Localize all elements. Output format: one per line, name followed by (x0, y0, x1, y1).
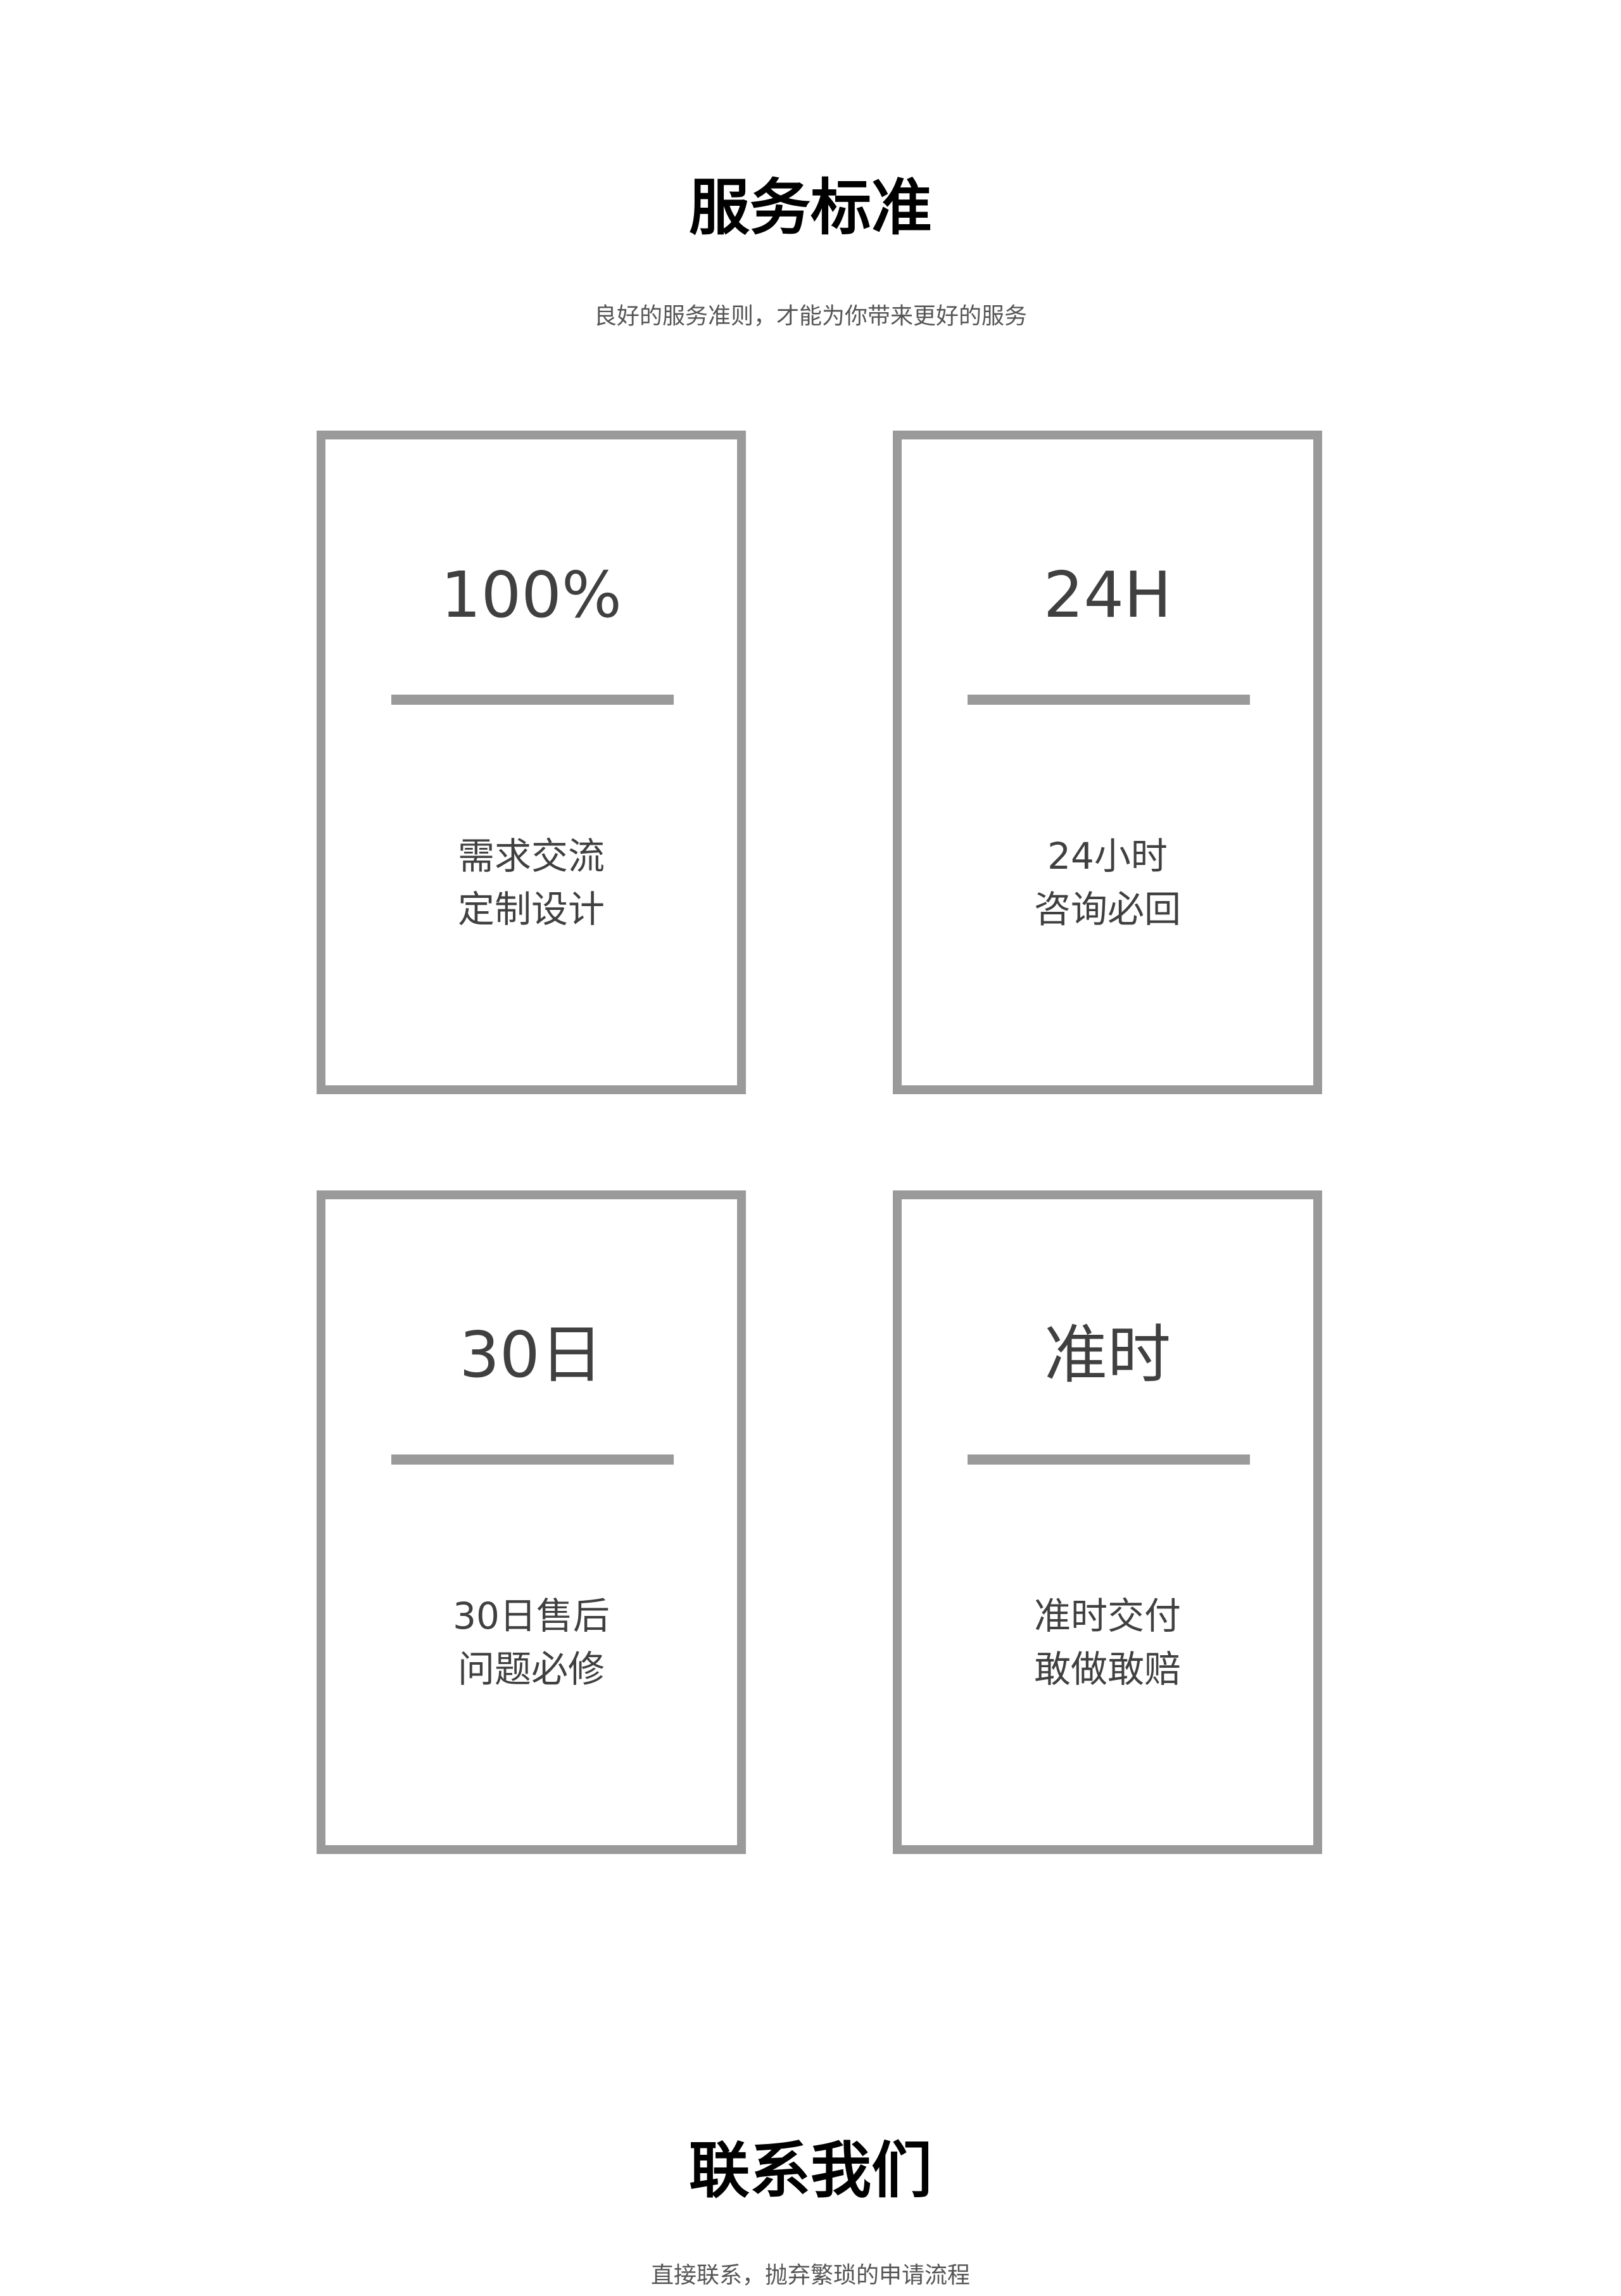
card-divider (391, 1454, 674, 1465)
card-description: 准时交付 敢做敢赔 (902, 1589, 1313, 1696)
card-divider (391, 695, 674, 705)
card-stat: 30日 (459, 1318, 603, 1392)
card-desc-line1: 准时交付 (1033, 1594, 1181, 1637)
card-desc-line2: 问题必修 (457, 1648, 605, 1691)
card-description: 需求交流 定制设计 (325, 829, 737, 936)
contact-subtitle: 直接联系，抛弃繁琐的申请流程 (650, 2262, 970, 2288)
card-on-time-delivery: 准时 准时交付 敢做敢赔 (893, 1190, 1322, 1854)
service-standards-title: 服务标准 (689, 172, 932, 243)
card-description: 30日售后 问题必修 (325, 1589, 737, 1696)
card-desc-line1: 24小时 (1047, 835, 1168, 878)
contact-title: 联系我们 (689, 2135, 932, 2206)
card-desc-line2: 定制设计 (457, 888, 605, 931)
card-divider (968, 695, 1250, 705)
card-after-sales: 30日 30日售后 问题必修 (317, 1190, 746, 1854)
card-customization: 100% 需求交流 定制设计 (317, 431, 746, 1094)
card-stat: 准时 (1044, 1318, 1171, 1392)
card-description: 24小时 咨询必回 (902, 829, 1313, 936)
card-desc-line2: 咨询必回 (1033, 888, 1181, 931)
card-stat: 24H (1043, 558, 1172, 632)
card-stat: 100% (441, 558, 622, 632)
card-desc-line2: 敢做敢赔 (1033, 1648, 1181, 1691)
card-desc-line1: 30日售后 (453, 1594, 610, 1637)
card-divider (968, 1454, 1250, 1465)
card-consultation: 24H 24小时 咨询必回 (893, 431, 1322, 1094)
card-desc-line1: 需求交流 (457, 835, 605, 878)
service-standards-subtitle: 良好的服务准则，才能为你带来更好的服务 (593, 303, 1027, 329)
